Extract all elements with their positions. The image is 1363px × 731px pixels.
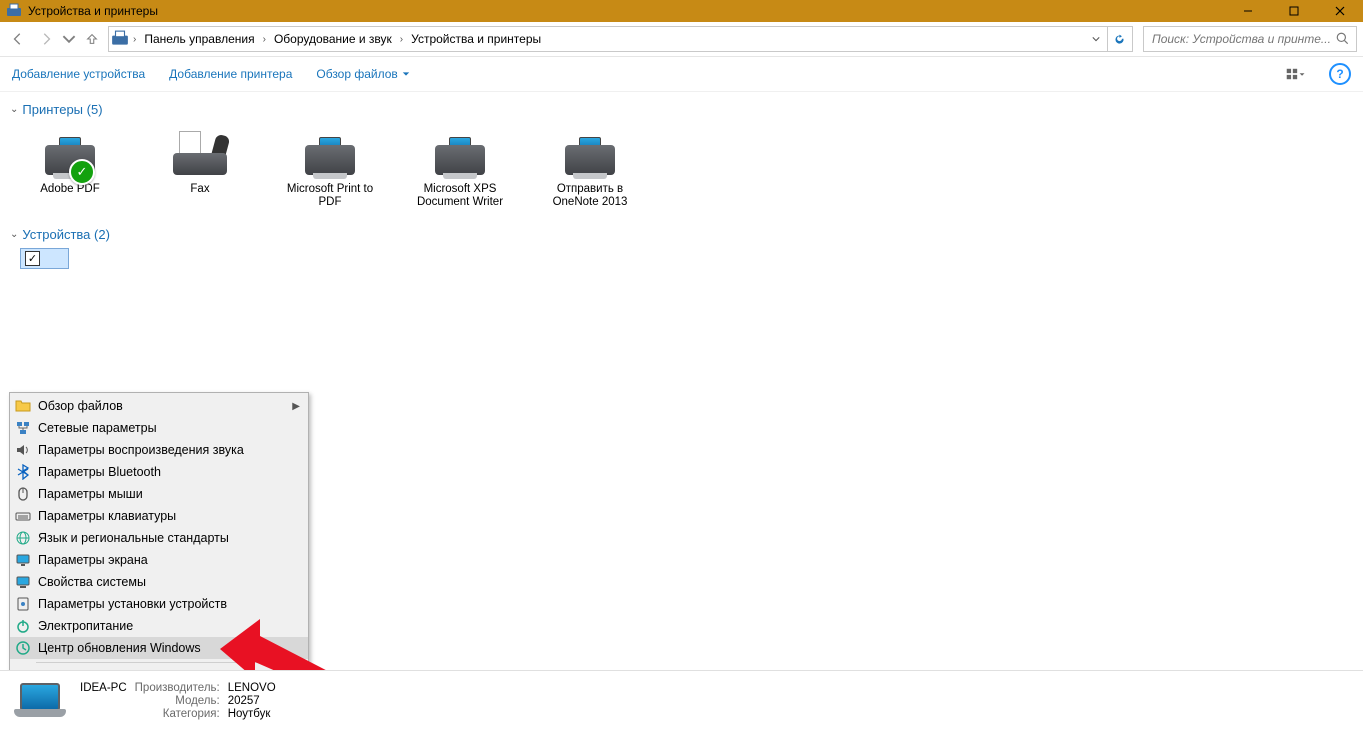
default-check-icon: ✓ xyxy=(69,159,95,185)
address-bar[interactable]: › Панель управления › Оборудование и зву… xyxy=(108,26,1133,52)
chevron-down-icon: ⌄ xyxy=(10,104,18,115)
update-icon xyxy=(14,639,32,657)
group-printers-header[interactable]: ⌄ Принтеры (5) xyxy=(10,102,1353,117)
details-key: Производитель: xyxy=(135,682,220,694)
up-button[interactable] xyxy=(80,27,104,51)
menu-item-электропитание[interactable]: Электропитание xyxy=(10,615,308,637)
details-value: 20257 xyxy=(228,695,276,707)
menu-item-свойства-системы[interactable]: Свойства системы xyxy=(10,571,308,593)
minimize-button[interactable] xyxy=(1225,0,1271,22)
breadcrumb-sep[interactable]: › xyxy=(398,34,405,45)
breadcrumb-hardware-sound[interactable]: Оборудование и звук xyxy=(270,27,396,51)
menu-item-параметры-мыши[interactable]: Параметры мыши xyxy=(10,483,308,505)
breadcrumb-sep[interactable]: › xyxy=(261,34,268,45)
menu-item-параметры-установки-устройств[interactable]: Параметры установки устройств xyxy=(10,593,308,615)
menu-item-обзор-файлов[interactable]: Обзор файлов▶ xyxy=(10,395,308,417)
printer-icon xyxy=(301,131,359,179)
menu-item-параметры-клавиатуры[interactable]: Параметры клавиатуры xyxy=(10,505,308,527)
command-bar: Добавление устройства Добавление принтер… xyxy=(0,57,1363,92)
address-dropdown[interactable] xyxy=(1087,32,1105,46)
printer-icon: ✓ xyxy=(41,131,99,179)
printer-item-xps-writer[interactable]: Microsoft XPS Document Writer xyxy=(410,131,510,209)
globe-icon xyxy=(14,529,32,547)
printer-item-ms-print-pdf[interactable]: Microsoft Print to PDF xyxy=(280,131,380,209)
system-icon xyxy=(14,573,32,591)
power-icon xyxy=(14,617,32,635)
menu-item-параметры-bluetooth[interactable]: Параметры Bluetooth xyxy=(10,461,308,483)
mouse-icon xyxy=(14,485,32,503)
menu-item-язык-и-региональные-стандарты[interactable]: Язык и региональные стандарты xyxy=(10,527,308,549)
keyboard-icon xyxy=(14,507,32,525)
printer-icon xyxy=(561,131,619,179)
printer-item-adobe-pdf[interactable]: ✓ Adobe PDF xyxy=(20,131,120,209)
content-pane: ⌄ Принтеры (5) ✓ Adobe PDF Fax Microsoft… xyxy=(0,92,1363,685)
titlebar: Устройства и принтеры xyxy=(0,0,1363,22)
group-printers-items: ✓ Adobe PDF Fax Microsoft Print to PDF M… xyxy=(10,123,1353,223)
details-value: LENOVO xyxy=(228,682,276,694)
menu-item-центр-обновления-windows[interactable]: Центр обновления Windows xyxy=(10,637,308,659)
bluetooth-icon xyxy=(14,463,32,481)
menu-item-параметры-воспроизведения-звука[interactable]: Параметры воспроизведения звука xyxy=(10,439,308,461)
details-pane: IDEA-PC Производитель: LENOVO Модель: 20… xyxy=(0,670,1363,731)
devices-printers-icon xyxy=(6,3,22,19)
devices-printers-icon xyxy=(111,30,129,48)
device-item-selected[interactable]: ✓ xyxy=(20,248,69,269)
refresh-button[interactable] xyxy=(1107,27,1130,51)
history-dropdown[interactable] xyxy=(62,27,76,51)
printer-item-onenote[interactable]: Отправить в OneNote 2013 xyxy=(540,131,640,209)
details-key: Модель: xyxy=(135,695,220,707)
details-name: IDEA-PC xyxy=(80,682,127,694)
folder-icon xyxy=(14,397,32,415)
forward-button[interactable] xyxy=(34,27,58,51)
search-icon[interactable] xyxy=(1335,31,1350,47)
view-options-button[interactable] xyxy=(1285,64,1305,84)
fax-icon xyxy=(171,131,229,179)
breadcrumb-sep[interactable]: › xyxy=(131,34,138,45)
browse-files-button[interactable]: Обзор файлов xyxy=(316,67,409,81)
help-button[interactable]: ? xyxy=(1329,63,1351,85)
menu-item-сетевые-параметры[interactable]: Сетевые параметры xyxy=(10,417,308,439)
search-box[interactable] xyxy=(1143,26,1357,52)
window-title: Устройства и принтеры xyxy=(28,4,1225,18)
details-value: Ноутбук xyxy=(228,708,276,720)
device-icon xyxy=(14,595,32,613)
printer-icon xyxy=(431,131,489,179)
address-bar-row: › Панель управления › Оборудование и зву… xyxy=(0,22,1363,57)
printer-item-fax[interactable]: Fax xyxy=(150,131,250,209)
details-key: Категория: xyxy=(135,708,220,720)
chevron-down-icon: ⌄ xyxy=(10,229,18,240)
add-printer-button[interactable]: Добавление принтера xyxy=(169,67,292,81)
display-icon xyxy=(14,551,32,569)
submenu-arrow-icon: ▶ xyxy=(292,401,300,412)
laptop-icon xyxy=(14,681,66,721)
checkbox-checked-icon[interactable]: ✓ xyxy=(25,251,40,266)
speaker-icon xyxy=(14,441,32,459)
add-device-button[interactable]: Добавление устройства xyxy=(12,67,145,81)
search-input[interactable] xyxy=(1150,31,1335,47)
breadcrumb-control-panel[interactable]: Панель управления xyxy=(140,27,258,51)
close-button[interactable] xyxy=(1317,0,1363,22)
group-devices-header[interactable]: ⌄ Устройства (2) xyxy=(10,227,1353,242)
network-icon xyxy=(14,419,32,437)
breadcrumb-devices-printers[interactable]: Устройства и принтеры xyxy=(407,27,545,51)
maximize-button[interactable] xyxy=(1271,0,1317,22)
back-button[interactable] xyxy=(6,27,30,51)
menu-item-параметры-экрана[interactable]: Параметры экрана xyxy=(10,549,308,571)
